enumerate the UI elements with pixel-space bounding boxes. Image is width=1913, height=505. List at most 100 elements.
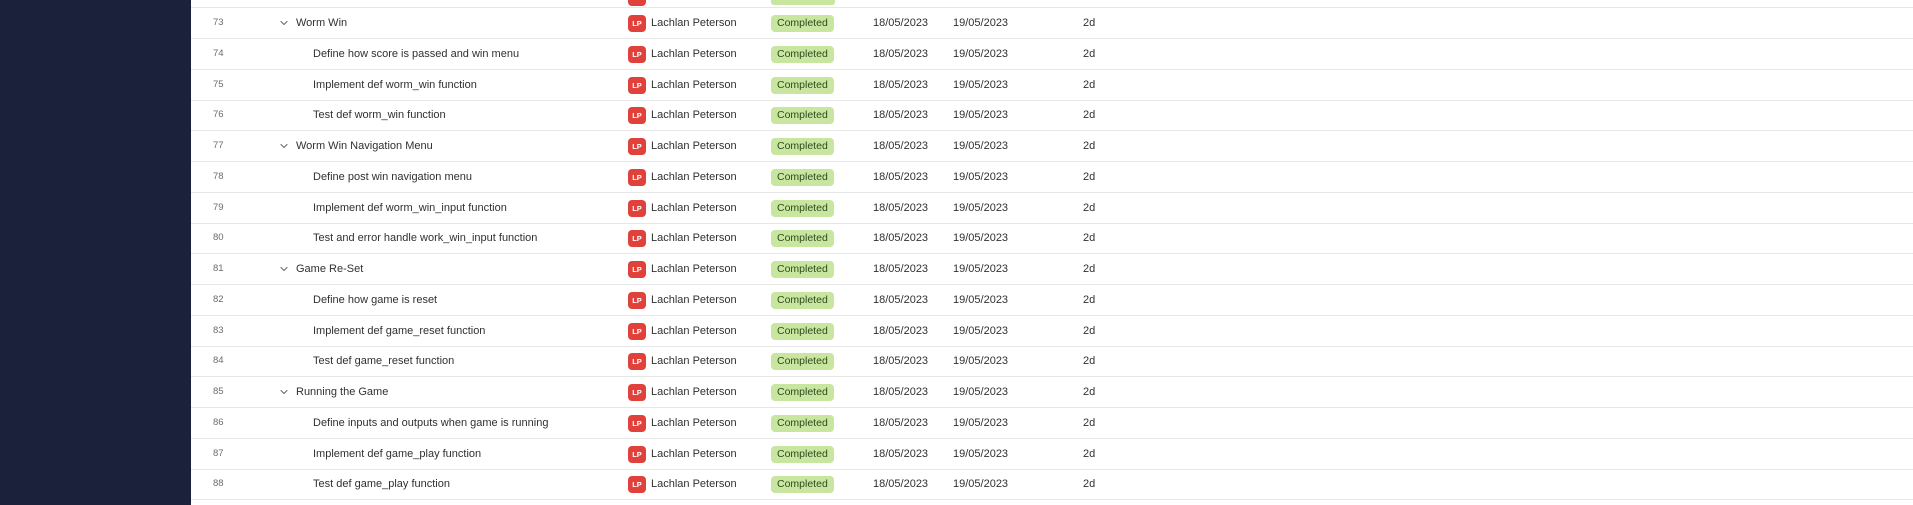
start-date[interactable]: 18/05/2023 [873,162,928,192]
status-badge[interactable]: Completed [771,107,834,125]
end-date[interactable]: 19/05/2023 [953,469,1008,499]
task-group-name[interactable]: Running the Game [296,377,388,407]
status-badge[interactable]: Completed [771,15,834,32]
avatar[interactable]: LP [628,230,646,248]
chevron-down-icon[interactable] [279,377,289,407]
avatar[interactable]: LP [628,322,646,340]
table-row[interactable]: 82 Define how game is reset LP Lachlan Pete… [191,285,1913,316]
end-date[interactable]: 19/05/2023 [953,254,1008,284]
assignee-name[interactable]: Lachlan Peterson [651,469,737,499]
duration[interactable]: 2d [1083,8,1095,38]
start-date[interactable]: 18/05/2023 [873,285,928,315]
table-row[interactable]: 88 Test def game_play function LP Lachlan P… [191,469,1913,501]
table-row[interactable]: 74 Define how score is passed and win men… [191,39,1913,70]
duration[interactable]: 2d [1083,70,1095,100]
assignee-name[interactable]: Lachlan Peterson [651,316,737,346]
task-name[interactable]: Test def worm_win function [313,100,446,130]
assignee-name[interactable]: Lachlan Peterson [651,285,737,315]
end-date[interactable]: 19/05/2023 [953,193,1008,223]
task-name[interactable]: Test def game_reset function [313,346,454,376]
end-date[interactable]: 19/05/2023 [953,223,1008,253]
table-row[interactable]: 84 Test def game_reset function LP Lachlan … [191,346,1913,378]
assignee-name[interactable]: Lachlan Peterson [651,70,737,100]
assignee-name[interactable]: Lachlan Peterson [651,346,737,376]
avatar[interactable]: LP [628,107,646,125]
table-row[interactable]: 87 Implement def game_play function LP Lach… [191,439,1913,470]
status-badge[interactable]: Completed [771,138,834,155]
status-badge[interactable]: Completed [771,291,834,309]
task-name[interactable]: Implement def game_play function [313,439,481,469]
task-name[interactable]: Implement def worm_win_input function [313,193,507,223]
status-badge[interactable]: Completed [771,261,834,278]
assignee-name[interactable]: Lachlan Peterson [651,8,737,38]
task-name[interactable]: Implement def game_reset function [313,316,485,346]
start-date[interactable]: 18/05/2023 [873,316,928,346]
table-row[interactable]: 81 Game Re-Set LP Lachlan Peterson Completed… [191,254,1913,285]
chevron-down-icon[interactable] [279,8,289,38]
avatar[interactable]: LP [628,414,646,432]
table-row[interactable]: 75 Implement def worm_win function LP Lachl… [191,70,1913,101]
duration[interactable]: 2d [1083,223,1095,253]
table-row[interactable]: 78 Define post win navigation menu LP Lachl… [191,162,1913,193]
duration[interactable]: 2d [1083,285,1095,315]
table-row[interactable]: 85 Running the Game LP Lachlan Peterson Comp… [191,377,1913,408]
status-badge[interactable]: Completed [771,76,834,94]
avatar[interactable]: LP [628,291,646,309]
assignee-name[interactable]: Lachlan Peterson [651,254,737,284]
start-date[interactable]: 18/05/2023 [873,408,928,438]
end-date[interactable]: 19/05/2023 [953,162,1008,192]
table-row[interactable]: 77 Worm Win Navigation Menu LP Lachlan Pete… [191,131,1913,162]
chevron-down-icon[interactable] [279,254,289,284]
status-badge[interactable]: Completed [771,445,834,463]
table-row[interactable]: 80 Test and error handle work_win_input f… [191,223,1913,255]
task-group-name[interactable]: Worm Win [296,8,347,38]
start-date[interactable]: 18/05/2023 [873,439,928,469]
duration[interactable]: 2d [1083,162,1095,192]
avatar[interactable]: LP [628,445,646,463]
assignee-name[interactable]: Lachlan Peterson [651,100,737,130]
duration[interactable]: 2d [1083,377,1095,407]
task-group-name[interactable]: Worm Win Navigation Menu [296,131,433,161]
end-date[interactable]: 19/05/2023 [953,100,1008,130]
table-row[interactable]: 76 Test def worm_win function LP Lachlan Pe… [191,100,1913,132]
start-date[interactable]: 18/05/2023 [873,8,928,38]
end-date[interactable]: 19/05/2023 [953,131,1008,161]
status-badge[interactable]: Completed [771,168,834,186]
duration[interactable]: 2d [1083,408,1095,438]
avatar[interactable]: LP [628,353,646,371]
status-badge[interactable]: Completed [771,45,834,63]
start-date[interactable]: 18/05/2023 [873,346,928,376]
start-date[interactable]: 18/05/2023 [873,70,928,100]
end-date[interactable]: 19/05/2023 [953,377,1008,407]
status-badge[interactable]: Completed [771,199,834,217]
task-name[interactable]: Define how game is reset [313,285,437,315]
task-name[interactable]: Define how score is passed and win menu [313,39,519,69]
duration[interactable]: 2d [1083,469,1095,499]
status-badge[interactable]: Completed [771,322,834,340]
start-date[interactable]: 18/05/2023 [873,39,928,69]
assignee-name[interactable]: Lachlan Peterson [651,39,737,69]
avatar[interactable]: LP [628,476,646,494]
duration[interactable]: 2d [1083,346,1095,376]
duration[interactable]: 2d [1083,254,1095,284]
start-date[interactable]: 18/05/2023 [873,193,928,223]
status-badge[interactable]: Completed [771,353,834,371]
task-name[interactable]: Test and error handle work_win_input fun… [313,223,537,253]
end-date[interactable]: 19/05/2023 [953,346,1008,376]
table-row[interactable]: 79 Implement def worm_win_input function L… [191,193,1913,224]
avatar[interactable]: LP [628,76,646,94]
avatar[interactable]: LP [628,168,646,186]
assignee-name[interactable]: Lachlan Peterson [651,193,737,223]
task-group-name[interactable]: Game Re-Set [296,254,363,284]
table-row[interactable]: 73 Worm Win LP Lachlan Peterson Completed 18/… [191,8,1913,39]
avatar[interactable]: LP [628,15,646,32]
status-badge[interactable]: Completed [771,414,834,432]
end-date[interactable]: 19/05/2023 [953,439,1008,469]
assignee-name[interactable]: Lachlan Peterson [651,162,737,192]
task-name[interactable]: Define post win navigation menu [313,162,472,192]
duration[interactable]: 2d [1083,100,1095,130]
assignee-name[interactable]: Lachlan Peterson [651,223,737,253]
avatar[interactable]: LP [628,261,646,278]
status-badge[interactable]: Completed [771,384,834,401]
duration[interactable]: 2d [1083,316,1095,346]
